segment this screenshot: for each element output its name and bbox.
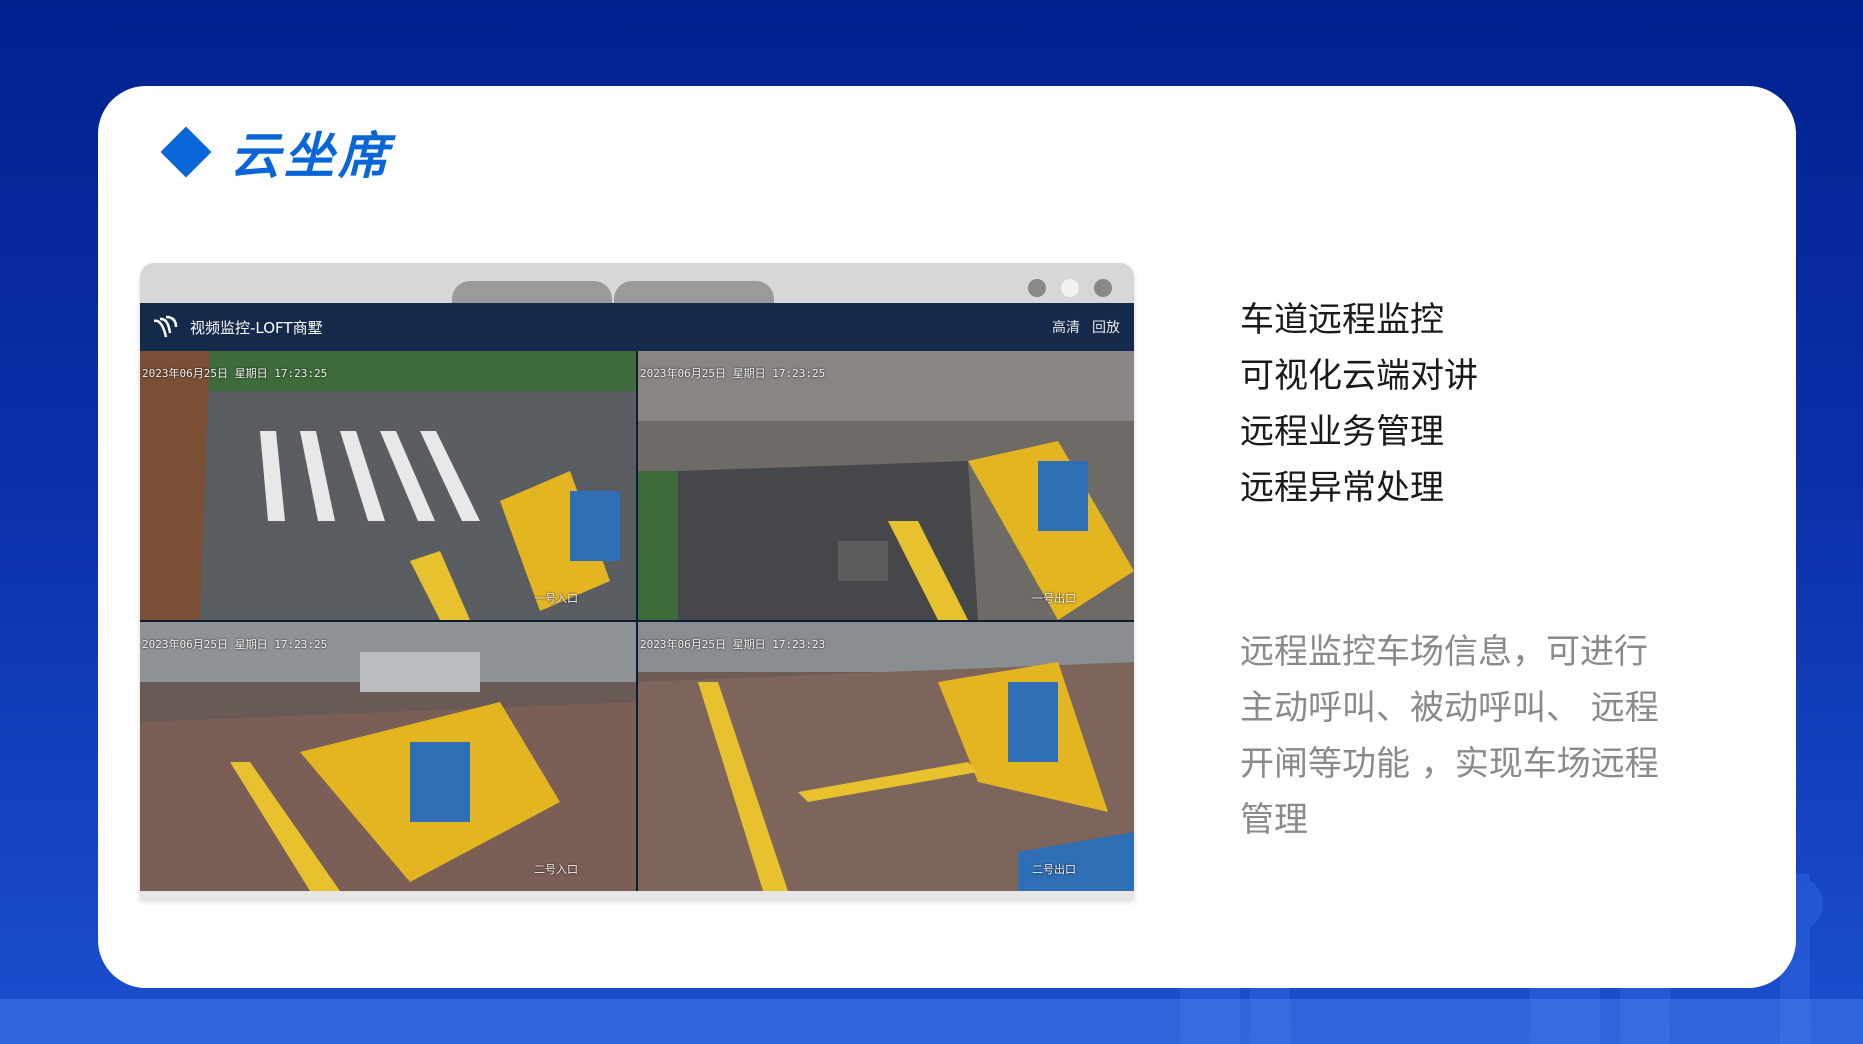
window-dot-icon xyxy=(1061,279,1079,297)
content-card: 云坐席 视频监控-LOFT商墅 高清 回放 2023年06月25日 星期日 17… xyxy=(98,86,1796,988)
camera-image xyxy=(638,622,1134,891)
feature-item: 可视化云端对讲 xyxy=(1240,356,1478,396)
camera-grid: 2023年06月25日 星期日 17:23:25 一号入口 2023年06月25… xyxy=(140,351,1134,891)
camera-label: 一号入口 xyxy=(534,592,578,605)
window-dot-icon xyxy=(1028,279,1046,297)
description-text: 远程监控车场信息，可进行主动呼叫、被动呼叫、 远程开闸等功能 ，实现车场远程管理 xyxy=(1240,632,1659,840)
feature-item: 车道远程监控 xyxy=(1240,300,1444,340)
app-title: 视频监控-LOFT商墅 xyxy=(190,318,323,337)
camera-image xyxy=(638,351,1134,620)
camera-label: 二号出口 xyxy=(1032,863,1076,876)
playback-button[interactable]: 回放 xyxy=(1092,317,1120,337)
hd-button[interactable]: 高清 xyxy=(1052,317,1080,337)
feature-item: 远程异常处理 xyxy=(1240,468,1444,508)
title-row: 云坐席 xyxy=(160,116,392,188)
camera-timestamp: 2023年06月25日 星期日 17:23:25 xyxy=(142,367,328,380)
app-header: 视频监控-LOFT商墅 高清 回放 xyxy=(140,303,1134,351)
camera-feed[interactable]: 2023年06月25日 星期日 17:23:25 一号入口 xyxy=(140,351,636,620)
camera-feed[interactable]: 2023年06月25日 星期日 17:23:25 二号入口 xyxy=(140,622,636,891)
feature-item: 远程业务管理 xyxy=(1240,412,1444,452)
page-title: 云坐席 xyxy=(230,127,392,185)
window-dot-icon xyxy=(1094,279,1112,297)
browser-window: 视频监控-LOFT商墅 高清 回放 2023年06月25日 星期日 17:23:… xyxy=(140,263,1134,899)
camera-timestamp: 2023年06月25日 星期日 17:23:25 xyxy=(640,367,826,380)
browser-bottom-bar xyxy=(140,891,1134,899)
camera-timestamp: 2023年06月25日 星期日 17:23:23 xyxy=(640,638,826,651)
camera-timestamp: 2023年06月25日 星期日 17:23:25 xyxy=(142,638,328,651)
camera-label: 一号出口 xyxy=(1032,592,1076,605)
camera-feed[interactable]: 2023年06月25日 星期日 17:23:25 一号出口 xyxy=(638,351,1134,620)
diamond-bullet-icon xyxy=(160,126,212,178)
app-logo-icon xyxy=(153,315,178,338)
camera-label: 二号入口 xyxy=(534,863,578,876)
camera-feed[interactable]: 2023年06月25日 星期日 17:23:23 二号出口 xyxy=(638,622,1134,891)
feature-list: 车道远程监控 可视化云端对讲 远程业务管理 远程异常处理 xyxy=(1240,292,1478,516)
camera-image xyxy=(140,351,636,620)
camera-image xyxy=(140,622,636,891)
